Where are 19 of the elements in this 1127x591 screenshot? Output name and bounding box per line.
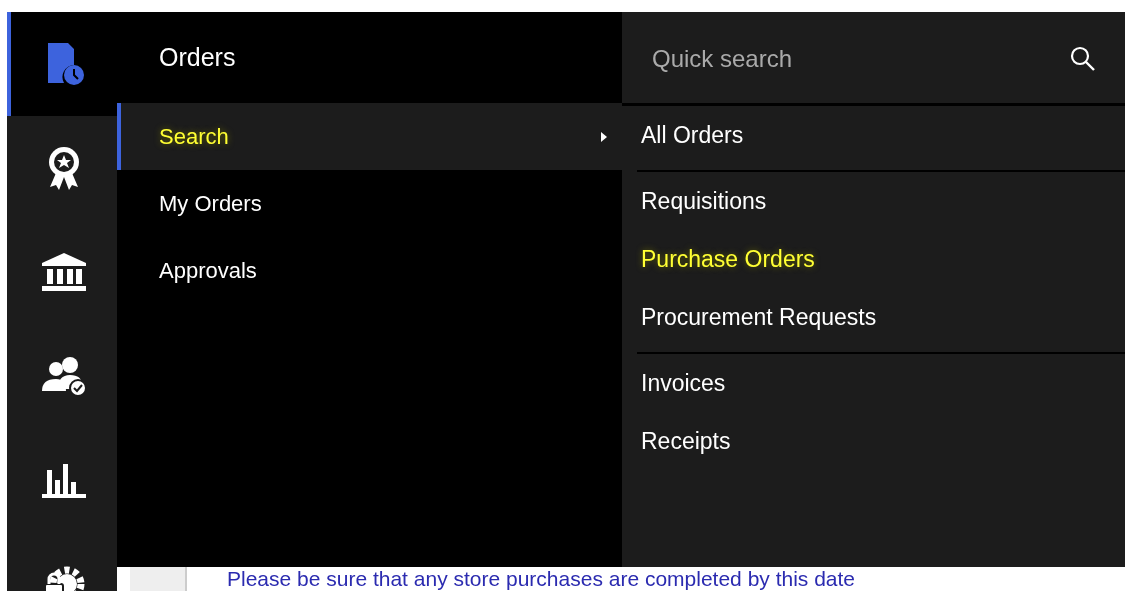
submenu-item[interactable]: Invoices (637, 354, 1125, 412)
menu-item[interactable]: My Orders (117, 170, 622, 237)
menu-title: Orders (158, 42, 237, 73)
submenu-item[interactable]: Receipts (637, 412, 1125, 470)
search-icon (1069, 45, 1097, 73)
caret-icon (600, 130, 608, 143)
people-check-icon (40, 355, 88, 397)
submenu-item[interactable]: All Orders (637, 106, 1125, 164)
search-field[interactable]: Quick search (650, 44, 1069, 74)
notice-text: Please be sure that any store purchases are completed by this date (227, 567, 856, 591)
bar-chart-icon (41, 462, 87, 498)
submenu-item[interactable]: Procurement Requests (637, 288, 1125, 346)
menu-item[interactable]: Search (117, 103, 622, 170)
submenu-item[interactable]: Purchase Orders (637, 230, 1125, 288)
bank-building-icon (40, 252, 88, 292)
menu-item[interactable]: Approvals (117, 237, 622, 304)
side-panel (130, 567, 187, 591)
award-ribbon-icon (47, 145, 81, 191)
submenu-item[interactable]: Requisitions (637, 172, 1125, 230)
